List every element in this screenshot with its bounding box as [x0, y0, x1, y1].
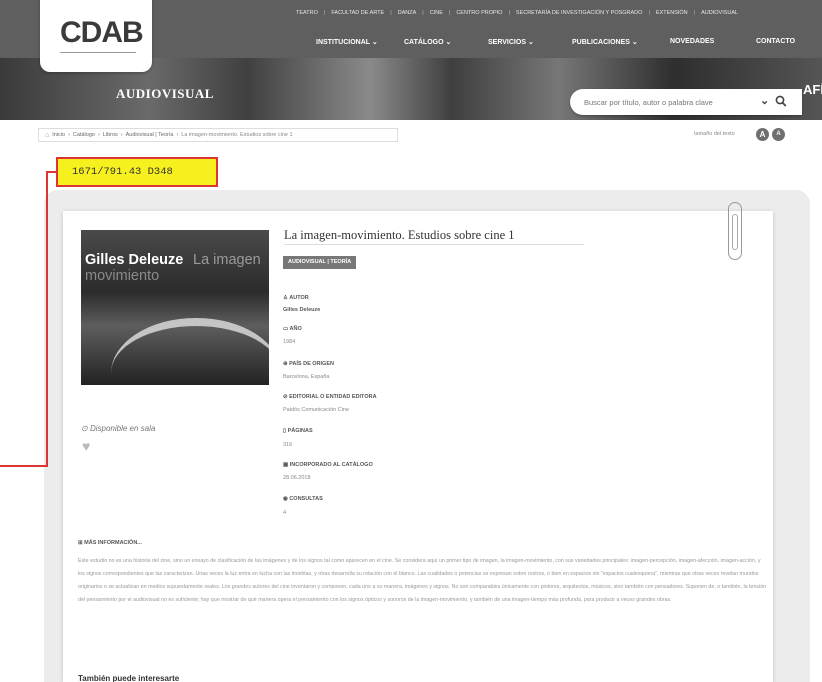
- breadcrumb-item[interactable]: Libros: [103, 132, 118, 138]
- breadcrumb: ⌂ Inicio › Catálogo › Libros › Audiovisu…: [38, 128, 398, 142]
- field-value-year: 1984: [283, 339, 296, 345]
- field-value-author[interactable]: Gilles Deleuze: [283, 307, 320, 313]
- field-label-views: ◉ CONSULTAS: [283, 496, 323, 502]
- cover-author-text: Gilles Deleuze: [85, 252, 184, 268]
- top-link[interactable]: CENTRO PROPIO: [456, 10, 502, 16]
- breadcrumb-separator: ›: [68, 132, 70, 138]
- nav-item-publicaciones[interactable]: PUBLICACIONES ⌄: [572, 38, 670, 46]
- search-box: ⌄: [570, 89, 802, 115]
- section-banner-label: AUDIOVISUAL: [116, 86, 214, 101]
- breadcrumb-item[interactable]: Inicio: [52, 132, 65, 138]
- breadcrumb-separator: ›: [120, 132, 123, 138]
- title-divider: [284, 244, 584, 245]
- field-value-pages: 316: [283, 442, 293, 448]
- cover-title-text-2: movimiento: [85, 268, 160, 284]
- top-link[interactable]: DANZA: [398, 10, 417, 16]
- field-label-publisher: ⊘ EDITORIAL O ENTIDAD EDITORA: [283, 394, 377, 400]
- field-label-author: ♙ AUTOR: [283, 295, 309, 301]
- field-label-pages: ▯ PÁGINAS: [283, 428, 313, 434]
- home-icon[interactable]: ⌂: [45, 132, 49, 139]
- call-number-highlight: 1671/791.43 D348: [56, 157, 218, 187]
- main-nav: INSTITUCIONAL ⌄ CATÁLOGO ⌄ SERVICIOS ⌄ P…: [316, 38, 795, 46]
- heart-icon[interactable]: ♥: [82, 438, 90, 454]
- annotation-line: [46, 171, 48, 467]
- related-heading: También puede interesarte: [78, 674, 180, 682]
- nav-item-catalogo[interactable]: CATÁLOGO ⌄: [404, 38, 488, 46]
- top-link[interactable]: SECRETARÍA DE INVESTIGACIÓN Y POSGRADO: [516, 10, 643, 16]
- field-label-catalogued: ▦ INCORPORADO AL CATÁLOGO: [283, 462, 373, 468]
- banner-overflow-label: AFÍA: [803, 82, 822, 97]
- nav-item-contacto[interactable]: CONTACTO: [756, 38, 795, 46]
- cover-arch-graphic: [111, 318, 269, 385]
- logo-divider: [60, 52, 136, 60]
- annotation-line: [0, 465, 47, 467]
- logo-wordmark: CDAB: [60, 16, 144, 49]
- top-link[interactable]: FACULTAD DE ARTE: [331, 10, 384, 16]
- top-link[interactable]: EXTENSIÓN: [656, 10, 688, 16]
- field-value-views: 4: [283, 510, 287, 516]
- chevron-down-icon[interactable]: ⌄: [760, 94, 769, 107]
- cover-title-text: La imagen: [193, 252, 261, 268]
- breadcrumb-item[interactable]: Catálogo: [73, 132, 95, 138]
- breadcrumb-current: La imagen-movimiento. Estudios sobre cin…: [181, 132, 293, 138]
- nav-item-servicios[interactable]: SERVICIOS ⌄: [488, 38, 572, 46]
- book-cover-image: Gilles Deleuze La imagen movimiento: [81, 230, 269, 385]
- top-link[interactable]: AUDIOVISUAL: [701, 10, 738, 16]
- availability-status: ⊙ Disponible en sala: [81, 424, 156, 433]
- book-description: Este estudio no es una historia del cine…: [78, 558, 767, 603]
- search-icon[interactable]: [775, 94, 787, 108]
- field-value-country: Barcelona, España: [283, 374, 330, 380]
- paperclip-icon-inner: [732, 214, 738, 250]
- nav-item-novedades[interactable]: NOVEDADES: [670, 38, 756, 46]
- text-size-increase-button[interactable]: A: [756, 128, 769, 141]
- field-value-publisher: Paidós Comunicación Cine: [283, 407, 350, 413]
- nav-item-institucional[interactable]: INSTITUCIONAL ⌄: [316, 38, 404, 46]
- search-input[interactable]: [584, 95, 754, 109]
- field-value-catalogued: 28.06.2018: [283, 475, 311, 481]
- breadcrumb-item[interactable]: Audiovisual | Teoría: [126, 132, 174, 138]
- book-title: La imagen-movimiento. Estudios sobre cin…: [284, 228, 515, 242]
- top-links: TEATRO | FACULTAD DE ARTE | DANZA | CINE | C…: [296, 10, 739, 16]
- category-tag[interactable]: AUDIOVISUAL | TEORÍA: [283, 256, 357, 269]
- breadcrumb-separator: ›: [176, 132, 179, 138]
- field-label-country: ⊕ PAÍS DE ORIGEN: [283, 361, 334, 367]
- breadcrumb-separator: ›: [97, 132, 100, 138]
- top-link[interactable]: CINE: [430, 10, 443, 16]
- top-link[interactable]: TEATRO: [296, 10, 318, 16]
- text-size-label: tamaño del texto: [694, 131, 735, 137]
- field-label-year: ▭ AÑO: [283, 326, 302, 332]
- more-info-toggle[interactable]: ⊞ MÁS INFORMACIÓN...: [78, 540, 142, 546]
- text-size-decrease-button[interactable]: A: [772, 128, 785, 141]
